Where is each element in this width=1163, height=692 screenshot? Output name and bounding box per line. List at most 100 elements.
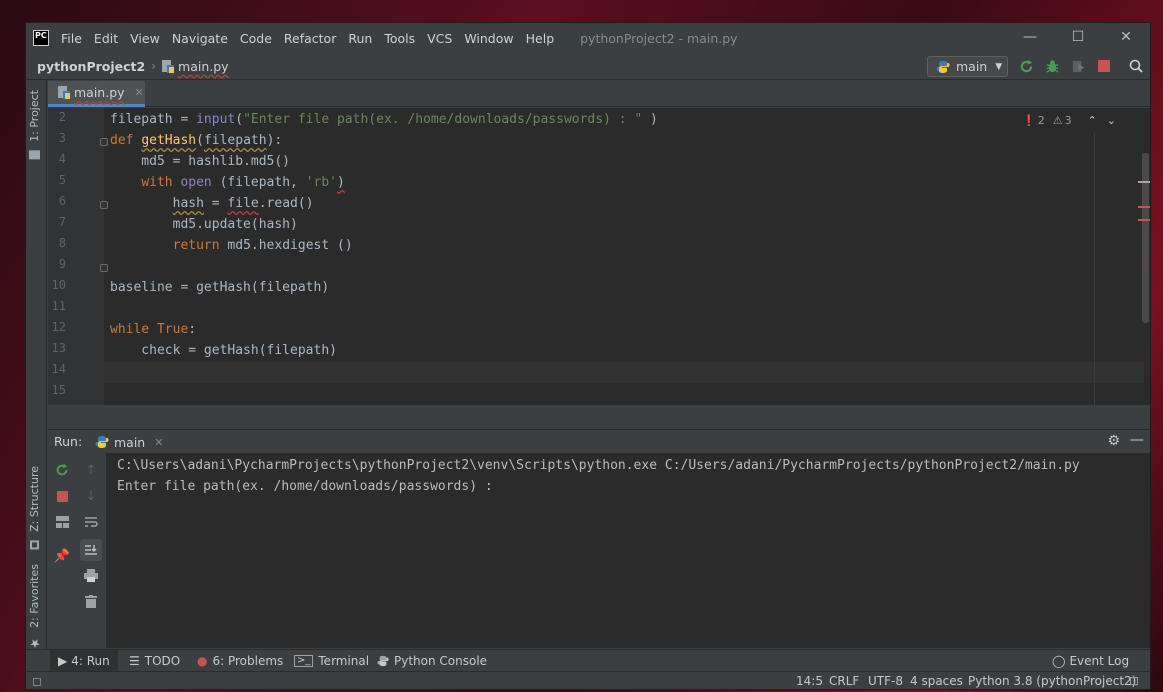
tab-label: main.py [74,85,125,100]
menu-edit[interactable]: Edit [94,31,118,46]
coverage-icon[interactable] [1070,58,1086,74]
code-token: file [227,196,259,211]
project-tool-tab-label: 1: Project [28,90,41,142]
navigate-problems-arrows-icon[interactable]: ⌃⌄ [1088,114,1126,127]
tab-main-py[interactable]: main.py ✕ [48,81,145,107]
print-icon[interactable] [83,567,99,583]
code-token: "Enter file path(ex. /home/downloads/pas… [243,112,643,127]
favorites-tool-tab[interactable]: ★ 2: Favorites [28,564,42,650]
editor-scrollbar[interactable] [1142,153,1149,323]
menu-window[interactable]: Window [464,31,513,46]
rerun-icon[interactable] [54,462,70,478]
menu-code[interactable]: Code [240,31,272,46]
terminal-icon: >_ [294,655,314,667]
minimize-icon[interactable]: — [1006,23,1054,53]
play-icon: ▶ [58,654,68,668]
menu-file[interactable]: File [61,31,82,46]
gear-icon[interactable]: ⚙ [1107,433,1120,449]
code-line: check = getHash(filepath) [110,343,337,358]
code-editor[interactable]: 2 3 4 5 6 7 8 9 10 11 12 13 14 15 filepa… [48,108,1150,405]
lock-icon[interactable]: ⊡ [1129,674,1139,688]
tool-tab-todo[interactable]: ☰ TODO [129,650,180,672]
error-stripe[interactable] [1138,219,1150,221]
close-tab-icon[interactable]: ✕ [154,436,163,449]
editor-tab-bar: main.py ✕ [48,81,1150,107]
line-number: 7 [58,215,66,229]
code-token: open [180,175,212,190]
debug-bug-icon[interactable] [1044,58,1060,74]
code-line: hash = file.read() [110,193,314,214]
menu-run[interactable]: Run [348,31,372,46]
menu-vcs[interactable]: VCS [427,31,452,46]
close-icon[interactable]: ✕ [1102,23,1150,53]
code-area[interactable]: filepath = input("Enter file path(ex. /h… [110,108,1070,405]
tool-tab-event-log[interactable]: ◯ Event Log [1052,650,1129,672]
tool-tab-run-label: 4: Run [71,654,110,668]
layout-icon[interactable] [54,514,70,530]
code-line: with open (filepath, 'rb') [110,172,345,193]
toggle-tool-windows-icon[interactable]: ◻ [32,674,42,688]
indent-setting[interactable]: 4 spaces [910,674,963,688]
run-configuration-selector[interactable]: main ▼ [927,56,1008,77]
navigation-bar: pythonProject2 › main.py main ▼ [26,53,1150,80]
arrow-up-icon[interactable]: ↑ [83,462,99,478]
run-console-output[interactable]: C:\Users\adani\PycharmProjects\pythonPro… [106,453,1150,648]
python-icon [936,60,950,73]
stop-icon[interactable] [54,488,70,504]
structure-tool-tab[interactable]: Z: Structure [28,466,41,550]
tool-tab-python-console[interactable]: Python Console [377,650,487,672]
arrow-down-icon[interactable]: ↓ [83,488,99,504]
project-tool-tab[interactable]: 1: Project [28,90,41,160]
close-tab-icon[interactable]: ✕ [135,86,144,99]
code-line: while True: [110,319,196,340]
run-tab-main[interactable]: main ✕ [95,430,165,454]
error-stripe[interactable] [1138,206,1150,208]
menu-view[interactable]: View [130,31,160,46]
breadcrumb-project[interactable]: pythonProject2 [37,59,145,74]
hide-panel-icon[interactable]: — [1130,432,1144,448]
tool-tab-run[interactable]: ▶ 4: Run [50,650,118,672]
soft-wrap-icon[interactable] [83,514,99,530]
tool-tab-problems[interactable]: ● 6: Problems [197,650,283,672]
marker-stripe[interactable] [1138,181,1150,183]
run-config-label: main [956,59,988,74]
scroll-to-end-icon[interactable] [80,539,102,561]
code-token: filepath [203,133,267,148]
line-separator[interactable]: CRLF [829,674,859,688]
line-number: 14 [51,362,66,376]
python-icon [95,436,109,448]
fold-marker-icon[interactable] [100,264,108,272]
code-line: def getHash(filepath): [110,130,282,151]
fold-marker-icon[interactable] [100,201,108,209]
rerun-icon[interactable] [1018,58,1034,74]
structure-icon [30,540,40,550]
breadcrumb-file[interactable]: main.py [178,59,229,74]
maximize-icon[interactable]: ☐ [1054,23,1102,53]
list-icon: ☰ [129,654,140,668]
pycharm-logo-icon: PC [33,30,49,46]
stop-icon[interactable] [1096,58,1112,74]
menu-navigate[interactable]: Navigate [172,31,228,46]
file-encoding[interactable]: UTF-8 [868,674,903,688]
tool-tab-terminal[interactable]: >_ Terminal [294,650,369,672]
line-number: 2 [58,110,66,124]
caret-position[interactable]: 14:5 [796,674,823,688]
chevron-down-icon: ▼ [995,61,1003,72]
menu-refactor[interactable]: Refactor [284,31,336,46]
code-token: ( [235,112,244,127]
menu-tools[interactable]: Tools [384,31,415,46]
search-icon[interactable] [1128,58,1144,74]
status-bar: ◻ 14:5 CRLF UTF-8 4 spaces Python 3.8 (p… [26,671,1150,689]
line-number-gutter: 2 3 4 5 6 7 8 9 10 11 12 13 14 15 [48,108,104,405]
pin-icon[interactable]: 📌 [54,548,70,564]
fold-marker-icon[interactable] [100,138,108,146]
code-token: hash [172,196,204,211]
inspection-widget[interactable]: ❗ 2 ⚠ 3 ⌃⌄ [1022,114,1126,127]
python-interpreter[interactable]: Python 3.8 (pythonProject2) [968,674,1136,688]
python-file-icon [162,59,175,73]
menu-help[interactable]: Help [526,31,555,46]
line-number: 11 [51,299,66,313]
error-icon: ❗ [1021,114,1036,127]
trash-icon[interactable] [83,593,99,609]
